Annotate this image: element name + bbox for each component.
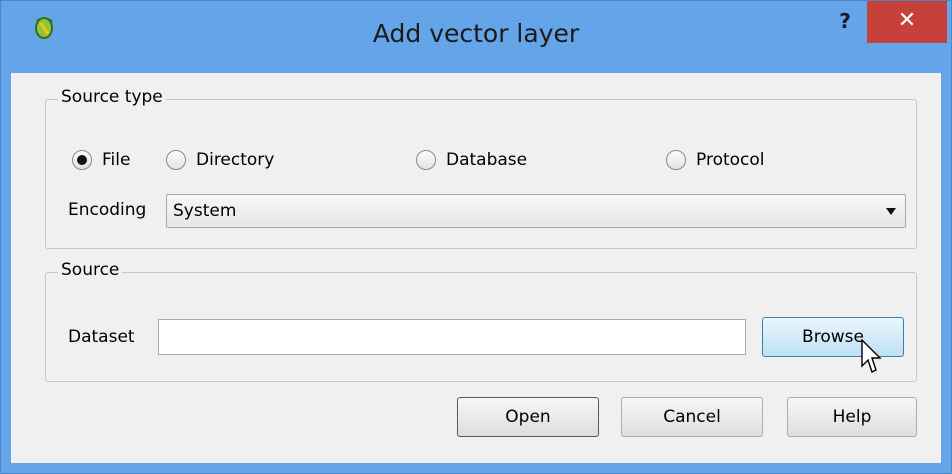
- open-button[interactable]: Open: [457, 397, 599, 437]
- dataset-label: Dataset: [68, 327, 135, 347]
- help-button[interactable]: Help: [787, 397, 917, 437]
- add-vector-layer-dialog: Add vector layer ? ✕ Source type File Di…: [0, 0, 952, 474]
- radio-protocol[interactable]: Protocol: [666, 150, 765, 170]
- source-type-title: Source type: [58, 87, 166, 107]
- radio-file-label: File: [102, 150, 131, 170]
- mouse-pointer-icon: [861, 339, 882, 373]
- radio-directory[interactable]: Directory: [166, 150, 274, 170]
- radio-database[interactable]: Database: [416, 150, 527, 170]
- source-title: Source: [58, 260, 123, 280]
- radio-database-label: Database: [446, 150, 528, 170]
- close-button[interactable]: ✕: [867, 1, 947, 43]
- dataset-input[interactable]: [158, 319, 746, 355]
- radio-file[interactable]: File: [72, 150, 130, 170]
- radio-button-icon[interactable]: [416, 150, 436, 170]
- source-type-group: Source type File Directory Database Prot…: [45, 87, 917, 249]
- radio-button-icon[interactable]: [666, 150, 686, 170]
- radio-protocol-label: Protocol: [696, 150, 765, 170]
- radio-button-icon[interactable]: [166, 150, 186, 170]
- source-group: Source Dataset Browse: [45, 260, 917, 382]
- encoding-select[interactable]: System: [166, 194, 906, 228]
- radio-selected-dot: [77, 155, 87, 165]
- encoding-label: Encoding: [68, 200, 147, 220]
- title-bar[interactable]: Add vector layer ? ✕: [1, 1, 951, 73]
- context-help-button[interactable]: ?: [825, 5, 865, 41]
- dialog-body: Source type File Directory Database Prot…: [11, 73, 941, 463]
- radio-directory-label: Directory: [196, 150, 275, 170]
- window-title: Add vector layer: [372, 19, 580, 48]
- radio-button-icon[interactable]: [72, 150, 92, 170]
- encoding-value: System: [173, 201, 237, 221]
- chevron-down-icon[interactable]: [877, 195, 905, 227]
- cancel-button[interactable]: Cancel: [621, 397, 763, 437]
